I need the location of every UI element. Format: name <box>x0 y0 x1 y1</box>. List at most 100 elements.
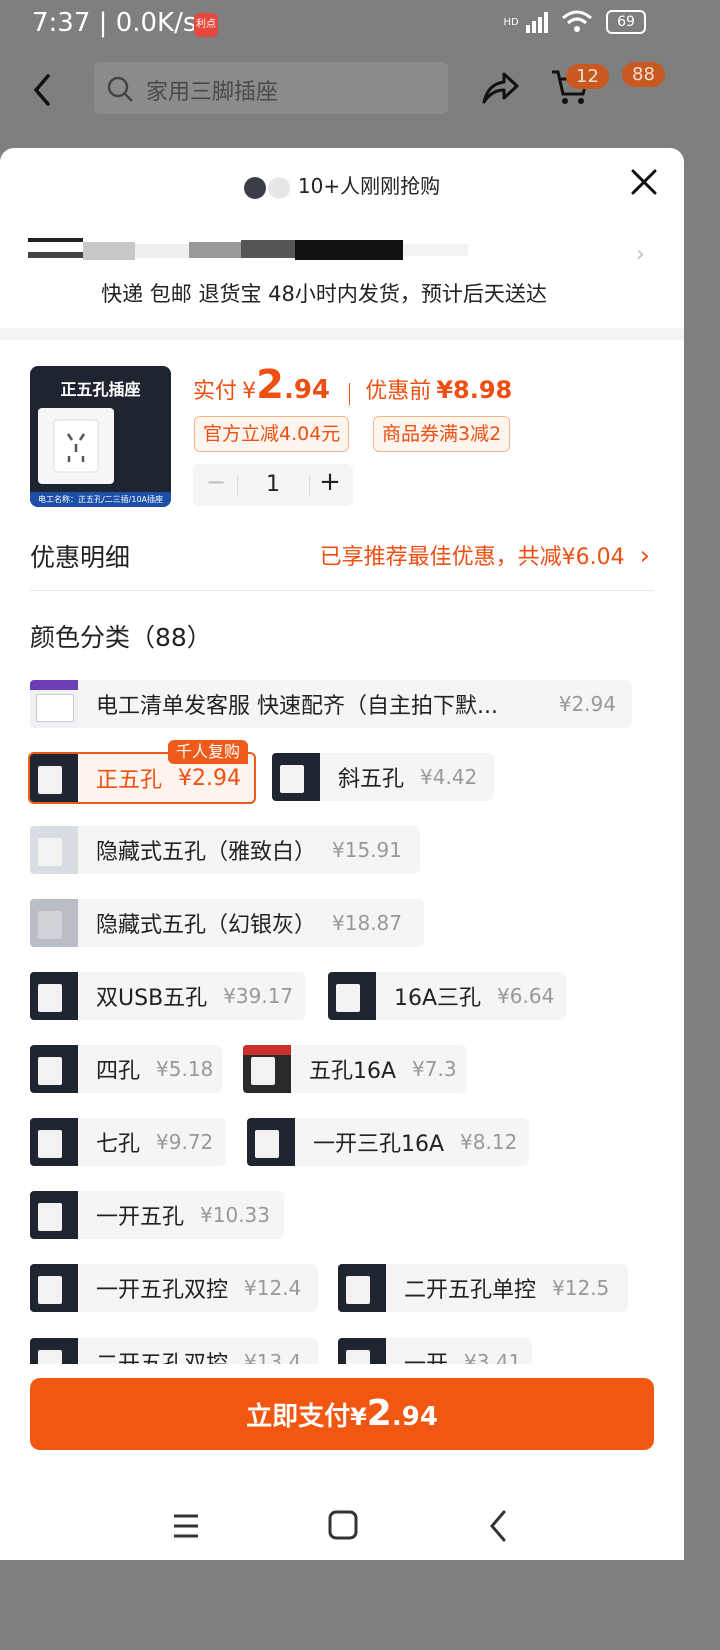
option-thumbnail <box>338 1338 386 1364</box>
thumb-plate <box>38 1350 62 1364</box>
sku-option[interactable]: 斜五孔 ¥4.42 <box>272 753 494 801</box>
decrease-button[interactable]: − <box>201 468 231 496</box>
option-thumbnail <box>30 826 78 874</box>
thumb-plate <box>38 1130 62 1158</box>
repurchase-tag: 千人复购 <box>168 740 249 764</box>
discount-summary-text: 已享推荐最佳优惠，共减¥6.04 <box>319 545 625 570</box>
option-row-clipped: 二开五孔双控 ¥13.4 一开 ¥3.41 <box>0 1336 684 1364</box>
thumb-plate <box>38 1276 62 1304</box>
promo-tag: 商品券满3减2 <box>373 416 511 452</box>
pay-currency: ¥ <box>242 379 257 404</box>
sku-option[interactable]: 隐藏式五孔（雅致白） ¥15.91 <box>30 826 420 874</box>
thumb-plate <box>346 1350 370 1364</box>
option-name: 双USB五孔 <box>96 986 208 1011</box>
option-name: 隐藏式五孔（幻银灰） <box>96 913 317 938</box>
sku-option[interactable]: 隐藏式五孔（幻银灰） ¥18.87 <box>30 899 424 947</box>
share-icon[interactable] <box>480 70 520 106</box>
option-price: ¥12.4 <box>244 1276 302 1300</box>
option-thumbnail <box>30 1191 78 1239</box>
divider <box>30 590 654 591</box>
delivery-info: 快递 包邮 退货宝 48小时内发货，预计后天送达 <box>101 282 547 306</box>
app-notification-icon: 利点 <box>194 13 218 37</box>
address-redacted[interactable] <box>28 238 468 266</box>
option-price: ¥39.17 <box>223 984 294 1008</box>
thumb-band <box>243 1045 291 1055</box>
pay-label: 实付 <box>193 379 238 404</box>
home-icon[interactable] <box>322 1508 362 1544</box>
pay-button-label: 立即支付 <box>246 1402 351 1432</box>
option-thumbnail <box>30 1338 78 1364</box>
sku-option[interactable]: 五孔16A ¥7.3 <box>243 1045 467 1093</box>
discount-detail-label: 优惠明细 <box>30 543 131 572</box>
option-name: 一开五孔 <box>96 1205 185 1230</box>
thumb-plate <box>38 984 62 1012</box>
option-price: ¥18.87 <box>332 911 402 935</box>
pay-button-currency: ¥ <box>350 1403 367 1431</box>
thumb-plate <box>38 766 62 794</box>
option-price: ¥5.18 <box>156 1057 214 1081</box>
sku-option[interactable]: 七孔 ¥9.72 <box>30 1118 226 1166</box>
search-input[interactable]: 家用三脚插座 <box>94 62 448 114</box>
option-thumbnail <box>30 899 78 947</box>
option-thumbnail <box>272 753 320 801</box>
buyers-text: 10+人刚刚抢购 <box>297 174 441 198</box>
increase-button[interactable]: + <box>315 467 345 497</box>
message-count-badge[interactable]: 88 <box>622 62 665 87</box>
sku-option[interactable]: 一开 ¥3.41 <box>338 1338 532 1364</box>
menu-icon[interactable] <box>166 1508 206 1544</box>
option-thumbnail <box>247 1118 295 1166</box>
option-price: ¥13.4 <box>244 1350 302 1364</box>
back-nav-icon[interactable] <box>478 1508 518 1544</box>
option-thumbnail <box>30 1264 78 1312</box>
socket-plate-image <box>38 408 114 484</box>
stepper-divider <box>237 474 238 496</box>
network-label: HD <box>503 16 519 28</box>
option-price: ¥7.3 <box>412 1057 457 1081</box>
pay-price-dec: .94 <box>283 375 331 405</box>
sku-option[interactable]: 二开五孔单控 ¥12.5 <box>338 1264 628 1312</box>
cart-count-badge: 12 <box>566 64 609 89</box>
sku-option[interactable]: 四孔 ¥5.18 <box>30 1045 222 1093</box>
wifi-icon <box>561 10 592 32</box>
product-image[interactable]: 正五孔插座 电工名称：正五孔/二三插/10A插座 <box>30 366 171 507</box>
top-bar: 家用三脚插座 12 88 <box>0 50 684 148</box>
pay-now-button[interactable]: 立即支付¥2.94 <box>30 1378 654 1450</box>
quantity-value[interactable]: 1 <box>239 472 307 497</box>
promo-tag: 官方立减4.04元 <box>194 416 350 452</box>
option-price: ¥2.94 <box>178 765 241 791</box>
option-price: ¥2.94 <box>558 692 616 716</box>
back-icon[interactable] <box>28 70 58 110</box>
system-nav-bar <box>0 1490 684 1560</box>
sku-option[interactable]: 16A三孔 ¥6.64 <box>328 972 566 1020</box>
option-name: 二开五孔双控 <box>96 1346 228 1364</box>
option-name: 一开三孔16A <box>313 1132 445 1157</box>
sku-option[interactable]: 一开三孔16A ¥8.12 <box>247 1118 529 1166</box>
option-name: 隐藏式五孔（雅致白） <box>96 840 317 865</box>
sku-option[interactable]: 双USB五孔 ¥39.17 <box>30 972 306 1020</box>
option-thumbnail <box>243 1045 291 1093</box>
discount-summary-link[interactable]: 已享推荐最佳优惠，共减¥6.04 › <box>320 539 650 571</box>
sku-option[interactable]: 一开五孔双控 ¥12.4 <box>30 1264 318 1312</box>
thumb-plate <box>38 1203 62 1231</box>
status-icons: HD 69 <box>503 10 646 34</box>
option-name: 一开 <box>404 1346 448 1364</box>
sku-option[interactable]: 电工清单发客服 快速配齐（自主拍下默... ¥2.94 <box>30 680 632 728</box>
thumb-plate <box>255 1130 279 1158</box>
option-thumbnail <box>338 1264 386 1312</box>
thumb-plate <box>38 838 62 866</box>
thumb-plate <box>251 1057 275 1085</box>
close-icon[interactable] <box>628 166 660 198</box>
search-placeholder: 家用三脚插座 <box>146 80 279 105</box>
chevron-right-icon: › <box>639 541 650 571</box>
search-icon <box>107 76 133 102</box>
option-price: ¥3.41 <box>464 1350 522 1364</box>
option-price: ¥9.72 <box>156 1130 214 1154</box>
sku-option[interactable]: 一开五孔 ¥10.33 <box>30 1191 284 1239</box>
sku-option[interactable]: 二开五孔双控 ¥13.4 <box>30 1338 318 1364</box>
status-time: 7:37 | 0.0K/s <box>32 8 197 38</box>
address-chevron-icon[interactable]: › <box>636 242 645 267</box>
stepper-divider <box>309 474 310 496</box>
recent-buyers: 10+人刚刚抢购 <box>0 170 684 199</box>
thumb-band <box>30 680 78 690</box>
thumb-plate <box>280 765 304 793</box>
